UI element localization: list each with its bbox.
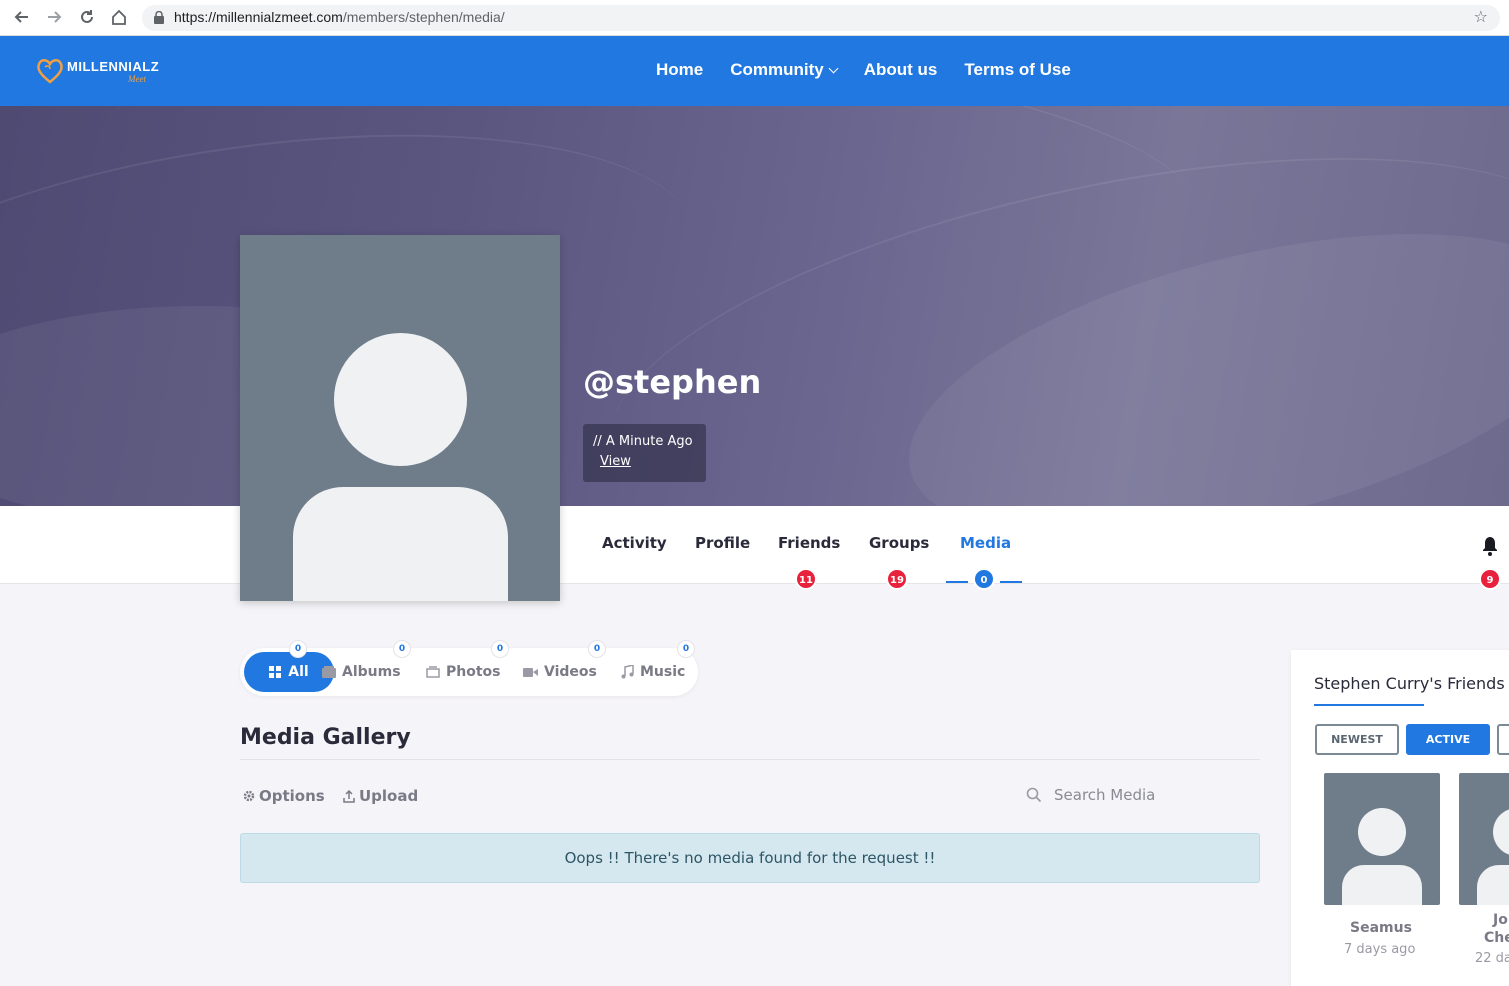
avatar-head-placeholder [1358, 808, 1406, 856]
photo-icon [426, 666, 440, 678]
logo-subtext: Meet [128, 74, 146, 84]
profile-avatar[interactable] [240, 235, 560, 601]
friends-count-badge: 11 [795, 568, 817, 590]
upload-label: Upload [359, 787, 419, 805]
subtab-photos-count: 0 [491, 640, 509, 658]
bell-icon[interactable] [1481, 536, 1499, 556]
view-link[interactable]: View [600, 454, 631, 469]
browser-toolbar: https://millennialzmeet.com/members/step… [0, 0, 1509, 36]
avatar-body-placeholder [1477, 865, 1509, 905]
reload-icon[interactable] [77, 8, 97, 28]
address-bar[interactable]: https://millennialzmeet.com/members/step… [142, 5, 1500, 31]
subtab-videos-count: 0 [588, 640, 606, 658]
nav-terms[interactable]: Terms of Use [964, 60, 1070, 80]
subtab-music[interactable]: Music [620, 648, 685, 696]
nav-about-us[interactable]: About us [864, 60, 938, 80]
grid-icon [269, 665, 282, 678]
media-subnav: All 0 Albums 0 Photos 0 Videos 0 Music 0 [240, 640, 698, 696]
album-icon [322, 666, 336, 678]
back-arrow-icon[interactable] [12, 8, 32, 28]
home-icon[interactable] [109, 8, 129, 28]
friend-name-line1[interactable]: Jo [1493, 912, 1508, 928]
tab-activity[interactable]: Activity [602, 534, 667, 552]
media-count-badge: 0 [973, 568, 995, 590]
bookmark-star-icon[interactable]: ☆ [1474, 7, 1488, 26]
search-media-box [1026, 784, 1246, 806]
tab-friends[interactable]: Friends [778, 534, 840, 552]
music-icon [621, 665, 634, 679]
site-header: MILLENNIALZ Meet Home Community About us… [0, 36, 1509, 106]
friends-widget: Stephen Curry's Friends NEWEST ACTIVE Se… [1291, 650, 1509, 986]
subtab-all[interactable]: All [244, 652, 334, 692]
url-text: https://millennialzmeet.com/members/step… [174, 9, 505, 25]
upload-icon [343, 789, 355, 803]
friend-avatar[interactable] [1459, 773, 1509, 905]
site-logo[interactable]: MILLENNIALZ Meet [36, 54, 176, 88]
no-media-notice: Oops !! There's no media found for the r… [240, 833, 1260, 883]
subtab-albums-label: Albums [342, 664, 401, 680]
subtab-videos[interactable]: Videos [523, 648, 597, 696]
chevron-down-icon [828, 63, 839, 73]
subtab-photos-label: Photos [446, 664, 501, 680]
title-underline [1314, 704, 1424, 706]
avatar-body-placeholder [293, 487, 508, 601]
avatar-body-placeholder [1342, 865, 1422, 905]
options-button[interactable]: Options [242, 787, 325, 805]
nav-community-label: Community [730, 60, 824, 79]
avatar-head-placeholder [1493, 808, 1509, 856]
subtab-videos-label: Videos [544, 664, 597, 680]
divider [240, 759, 1260, 760]
profile-tab-bar: Activity Profile Friends 11 Groups 19 Me… [0, 506, 1509, 590]
search-icon [1026, 787, 1042, 803]
gear-icon [243, 790, 255, 802]
lock-icon [154, 11, 164, 24]
friend-last-active: 22 da [1475, 951, 1509, 966]
profile-username: @stephen [583, 363, 762, 401]
active-tab-indicator-right [1000, 581, 1022, 583]
media-gallery-title: Media Gallery [240, 725, 411, 750]
avatar-head-placeholder [334, 333, 467, 466]
last-active-text: // A Minute Ago [593, 434, 693, 449]
tab-groups[interactable]: Groups [869, 534, 929, 552]
friend-last-active: 7 days ago [1344, 942, 1416, 957]
friend-name-line2[interactable]: Che [1484, 930, 1509, 946]
video-icon [523, 667, 538, 677]
nav-community[interactable]: Community [730, 60, 839, 80]
forward-arrow-icon[interactable] [44, 8, 64, 28]
subtab-music-label: Music [640, 664, 686, 680]
upload-button[interactable]: Upload [343, 787, 418, 805]
subtab-albums-count: 0 [393, 640, 411, 658]
filter-active-button[interactable]: ACTIVE [1406, 724, 1490, 755]
groups-count-badge: 19 [886, 568, 908, 590]
main-nav: Home Community About us Terms of Use [656, 60, 1098, 80]
subtab-albums[interactable]: Albums [322, 648, 401, 696]
subtab-all-count: 0 [289, 640, 307, 658]
tab-profile[interactable]: Profile [695, 534, 750, 552]
cover-image [0, 106, 1509, 506]
subtab-photos[interactable]: Photos [426, 648, 501, 696]
last-active-box: // A Minute Ago View [583, 424, 706, 482]
options-label: Options [259, 787, 325, 805]
logo-text: MILLENNIALZ [67, 59, 160, 74]
notification-count-badge: 9 [1479, 568, 1501, 590]
friend-avatar[interactable] [1324, 773, 1440, 905]
filter-newest-button[interactable]: NEWEST [1315, 724, 1399, 755]
active-tab-indicator-left [946, 581, 968, 583]
subtab-music-count: 0 [677, 640, 695, 658]
search-media-input[interactable] [1054, 786, 1234, 804]
heart-logo-icon [37, 59, 63, 84]
nav-home[interactable]: Home [656, 60, 703, 80]
friend-name[interactable]: Seamus [1350, 920, 1412, 936]
filter-more-button[interactable] [1497, 724, 1509, 755]
subtab-all-label: All [288, 664, 309, 680]
tab-media[interactable]: Media [960, 534, 1011, 552]
friends-widget-title: Stephen Curry's Friends [1314, 674, 1505, 693]
